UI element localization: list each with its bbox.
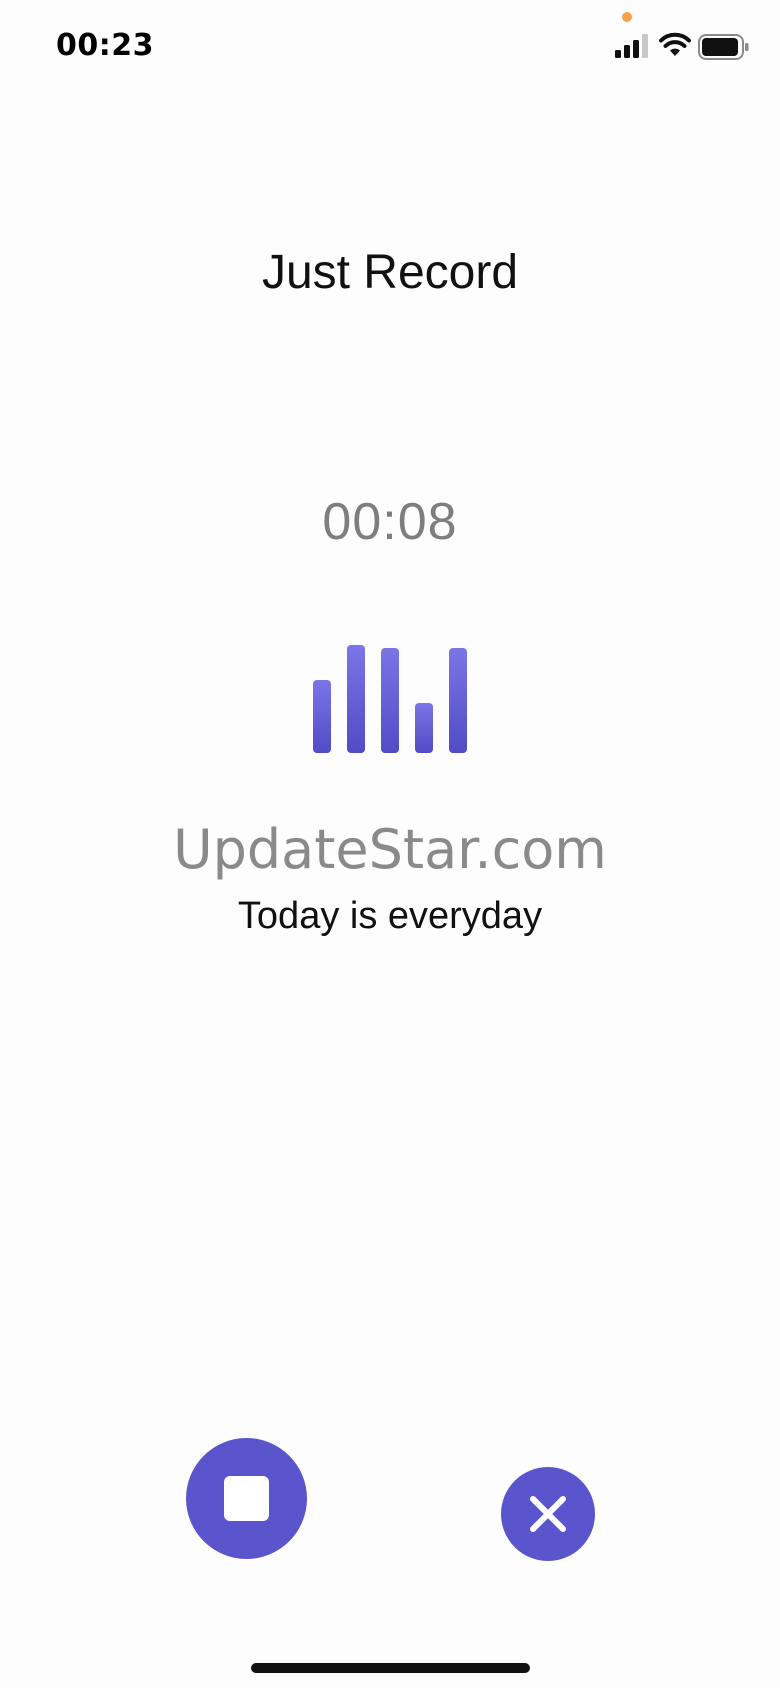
battery-icon (698, 34, 749, 60)
status-bar: 00:23 (0, 0, 780, 100)
wifi-icon (659, 32, 691, 56)
close-icon (530, 1496, 566, 1532)
recording-subtitle: Today is everyday (237, 895, 543, 937)
stop-recording-button[interactable] (186, 1438, 307, 1559)
cellular-signal-icon (615, 34, 648, 58)
page-title: Just Record (261, 246, 519, 299)
privacy-indicator-dot (622, 12, 632, 22)
home-indicator[interactable] (251, 1663, 530, 1673)
status-time: 00:23 (56, 28, 154, 63)
cancel-recording-button[interactable] (501, 1467, 595, 1561)
stop-icon (224, 1476, 269, 1521)
audio-level-bars-icon (313, 645, 467, 753)
watermark-text: UpdateStar.com (173, 818, 607, 881)
recording-timer: 00:08 (322, 493, 458, 551)
